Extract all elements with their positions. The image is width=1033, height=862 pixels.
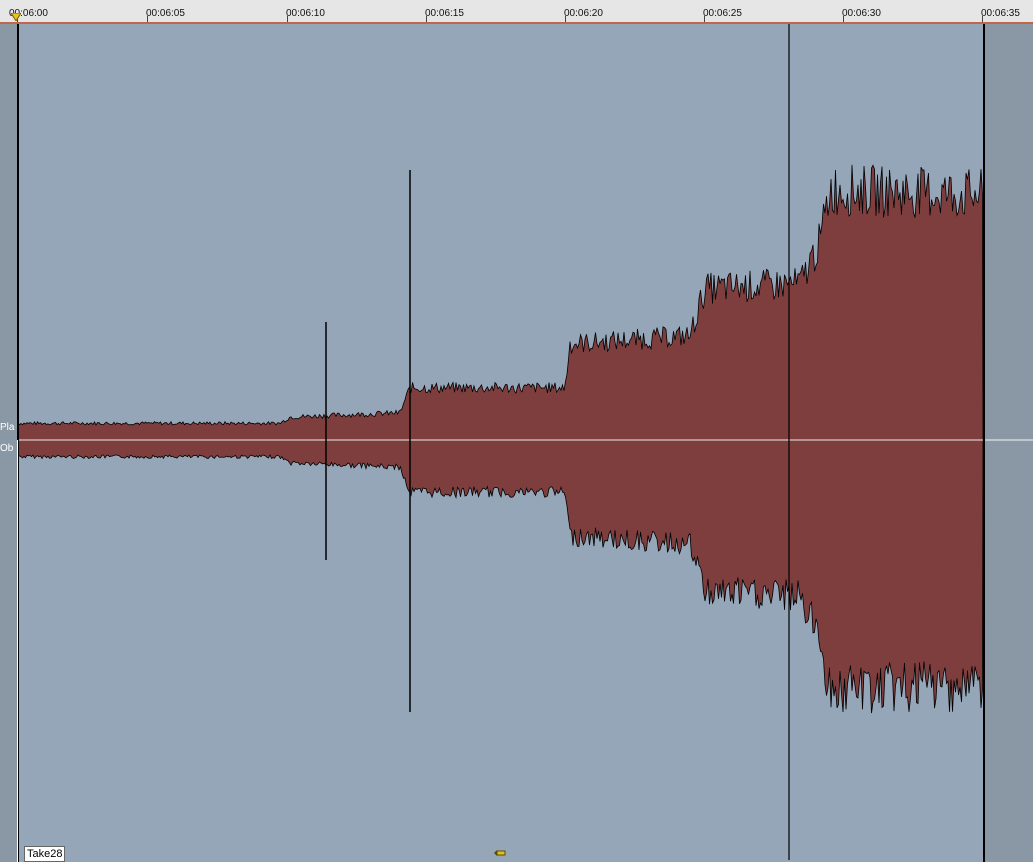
clip-start-edge-highlight bbox=[17, 440, 18, 862]
audio-waveform bbox=[17, 24, 1033, 860]
fade-handle-icon[interactable] bbox=[494, 849, 506, 857]
lane-label-lower: Ob bbox=[0, 443, 14, 454]
clip-end-edge[interactable] bbox=[983, 24, 985, 862]
waveform-shape bbox=[17, 164, 984, 714]
clip-name-label[interactable]: Take28 bbox=[24, 846, 66, 862]
lane-label-upper: Pla bbox=[0, 422, 15, 433]
